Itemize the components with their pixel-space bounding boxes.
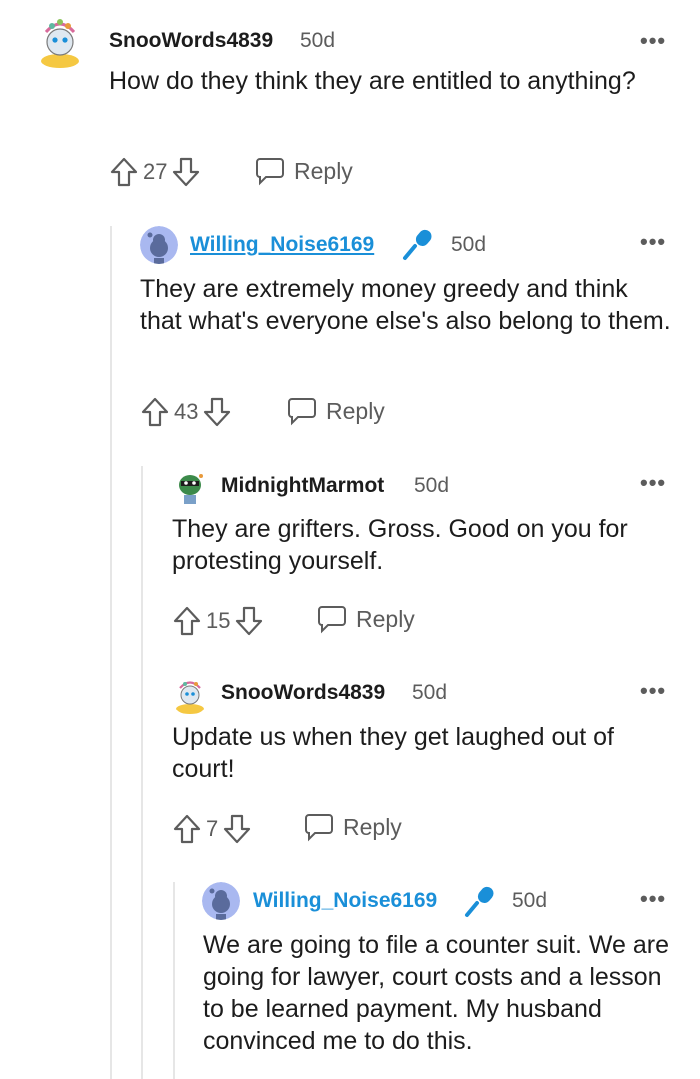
avatar[interactable] [172, 470, 208, 506]
comment-username[interactable]: Willing_Noise6169 [190, 233, 374, 257]
more-options-icon[interactable]: ••• [640, 231, 666, 253]
vote-controls: 27 [109, 154, 201, 190]
comment-age: 50d [414, 474, 450, 497]
reply-label: Reply [343, 813, 402, 840]
microphone-icon [400, 226, 436, 267]
reply-button[interactable]: Reply [254, 156, 353, 186]
reply-label: Reply [326, 397, 385, 424]
reply-button[interactable]: Reply [316, 604, 415, 634]
comment-username[interactable]: SnooWords4839 [221, 681, 385, 705]
reply-button[interactable]: Reply [303, 812, 402, 842]
reply-icon [288, 398, 316, 426]
reply-label: Reply [294, 157, 353, 184]
avatar[interactable] [202, 882, 240, 920]
reply-icon [256, 158, 284, 186]
avatar[interactable] [32, 14, 88, 70]
avatar[interactable] [140, 226, 178, 264]
thread-line-level-2[interactable] [141, 466, 143, 1079]
comment-body: Update us when they get laughed out of c… [172, 723, 614, 783]
comment-body: They are grifters. Gross. Good on you fo… [172, 515, 628, 575]
reply-button[interactable]: Reply [286, 396, 385, 426]
comment-body: They are extremely money greedy and thin… [140, 275, 671, 335]
comment-username[interactable]: MidnightMarmot [221, 474, 384, 498]
more-options-icon[interactable]: ••• [640, 680, 666, 702]
thread-line-level-3[interactable] [173, 882, 175, 1079]
vote-count: 15 [206, 608, 231, 633]
downvote-icon[interactable] [222, 813, 252, 845]
comment-body: We are going to file a counter suit. We … [203, 931, 669, 1055]
upvote-icon[interactable] [172, 605, 202, 637]
vote-controls: 43 [140, 394, 232, 430]
avatar[interactable] [170, 675, 210, 715]
comment-age: 50d [300, 29, 336, 52]
reply-icon [305, 814, 333, 842]
vote-controls: 15 [172, 603, 264, 639]
upvote-icon[interactable] [140, 396, 170, 428]
comment-body: How do they think they are entitled to a… [109, 67, 636, 95]
comment-age: 50d [512, 889, 548, 912]
downvote-icon[interactable] [202, 396, 232, 428]
downvote-icon[interactable] [234, 605, 264, 637]
microphone-icon [462, 883, 498, 924]
comment-username[interactable]: Willing_Noise6169 [253, 889, 437, 913]
reply-label: Reply [356, 605, 415, 632]
vote-controls: 7 [172, 811, 252, 847]
comment-username[interactable]: SnooWords4839 [109, 29, 273, 53]
vote-count: 43 [174, 399, 199, 424]
more-options-icon[interactable]: ••• [640, 30, 666, 52]
comment-age: 50d [412, 681, 448, 704]
reply-icon [318, 606, 346, 634]
vote-count: 27 [143, 159, 168, 184]
downvote-icon[interactable] [171, 156, 201, 188]
more-options-icon[interactable]: ••• [640, 888, 666, 910]
more-options-icon[interactable]: ••• [640, 472, 666, 494]
comment-age: 50d [451, 233, 487, 256]
thread-line-level-1[interactable] [110, 226, 112, 1079]
upvote-icon[interactable] [172, 813, 202, 845]
vote-count: 7 [206, 816, 219, 841]
upvote-icon[interactable] [109, 156, 139, 188]
